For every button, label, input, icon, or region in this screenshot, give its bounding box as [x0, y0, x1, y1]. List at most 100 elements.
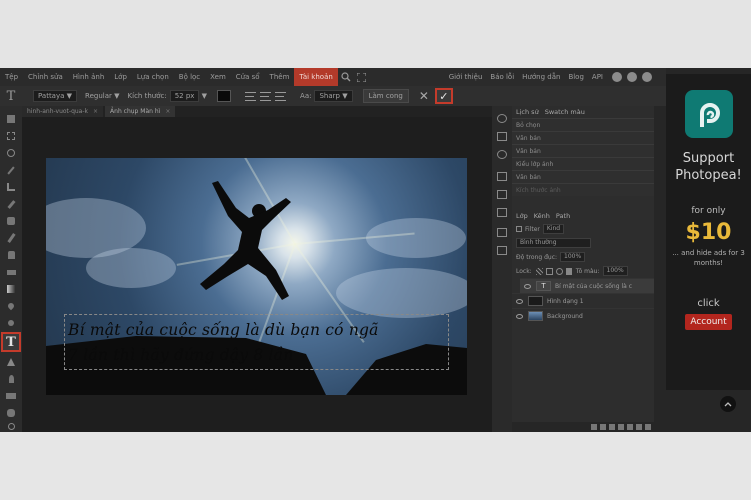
tab-history[interactable]: Lịch sử [516, 108, 539, 116]
lock-pixels-icon[interactable] [545, 267, 553, 275]
menu-image[interactable]: Hình ảnh [68, 68, 109, 86]
hand-tool-icon[interactable] [4, 406, 18, 420]
tab-screenshot[interactable]: Ảnh chụp Màn hì × [105, 106, 176, 117]
clone-stamp-tool-icon[interactable] [4, 248, 18, 262]
history-item[interactable]: Kích thước ảnh [512, 183, 654, 196]
link-api[interactable]: API [588, 68, 607, 86]
fill-input[interactable]: 100% [602, 266, 628, 276]
filter-kind-select[interactable]: Kind [542, 224, 565, 234]
font-family-select[interactable]: Pattaya ▼ [30, 90, 78, 102]
tab-layers[interactable]: Lớp [516, 212, 528, 220]
font-style-select[interactable]: Regular ▼ [85, 92, 119, 100]
align-left-icon[interactable] [245, 91, 257, 101]
mask-icon[interactable] [618, 424, 624, 430]
history-item[interactable]: Văn bản [512, 170, 654, 183]
link-layers-icon[interactable] [591, 424, 597, 430]
menu-layer[interactable]: Lớp [109, 68, 132, 86]
tab-paths[interactable]: Path [556, 212, 570, 220]
link-tutorial[interactable]: Hướng dẫn [518, 68, 564, 86]
menu-filter[interactable]: Bộ lọc [174, 68, 205, 86]
layer-row[interactable]: Hình dạng 1 [512, 293, 654, 308]
info-icon[interactable] [497, 114, 507, 123]
shape-tool-icon[interactable] [4, 389, 18, 403]
lock-all-icon[interactable] [565, 267, 572, 275]
layer-row[interactable]: Background [512, 308, 654, 323]
image-icon[interactable] [497, 246, 507, 255]
warp-text-button[interactable]: Làm cong [362, 89, 409, 103]
history-icon[interactable] [497, 150, 507, 159]
properties-icon[interactable] [497, 132, 507, 141]
history-item[interactable]: Bỏ chọn [512, 118, 654, 131]
adjustment-icon[interactable] [609, 424, 615, 430]
menu-window[interactable]: Cửa sổ [231, 68, 265, 86]
align-center-icon[interactable] [260, 91, 272, 101]
link-report-bug[interactable]: Báo lỗi [486, 68, 518, 86]
twitter-icon[interactable] [627, 72, 637, 82]
tab-hinh-anh[interactable]: hinh-anh-vuot-qua-k × [22, 106, 104, 117]
eye-icon[interactable] [516, 298, 523, 304]
reddit-icon[interactable] [612, 72, 622, 82]
account-button[interactable]: Account [685, 314, 732, 330]
eraser-tool-icon[interactable] [4, 265, 18, 279]
history-item[interactable]: Văn bản [512, 144, 654, 157]
lasso-tool-icon[interactable] [4, 146, 18, 160]
trash-icon[interactable] [645, 424, 651, 430]
workspace[interactable]: Bí mật của cuộc sống là dù bạn có ngã 7 … [22, 117, 492, 432]
move-tool-icon[interactable] [4, 112, 18, 126]
close-icon[interactable]: × [165, 106, 170, 117]
layer-style-icon[interactable] [600, 424, 606, 430]
character-icon[interactable] [497, 190, 507, 199]
facebook-icon[interactable] [642, 72, 652, 82]
history-item[interactable]: Kiểu lớp ảnh [512, 157, 654, 170]
crop-tool-icon[interactable] [4, 180, 18, 194]
new-layer-icon[interactable] [636, 424, 642, 430]
pen-tool-icon[interactable] [4, 372, 18, 386]
layer-row[interactable]: T Bí mật của cuộc sống là c [520, 278, 654, 293]
link-about[interactable]: Giới thiệu [445, 68, 487, 86]
menu-more[interactable]: Thêm [265, 68, 295, 86]
lock-transparency-icon[interactable] [535, 267, 543, 275]
text-color-swatch[interactable] [217, 90, 232, 102]
blend-mode-select[interactable]: Bình thường [516, 238, 591, 248]
quote-text-layer[interactable]: Bí mật của cuộc sống là dù bạn có ngã 7 … [68, 318, 458, 368]
paragraph-icon[interactable] [497, 208, 507, 217]
font-size-input[interactable]: 52 px [169, 90, 200, 102]
eyedropper-tool-icon[interactable] [4, 197, 18, 211]
commit-checkmark-icon[interactable]: ✓ [434, 88, 453, 104]
brush-tool-icon[interactable] [4, 231, 18, 245]
link-blog[interactable]: Blog [564, 68, 587, 86]
close-icon[interactable]: × [93, 106, 98, 117]
gradient-tool-icon[interactable] [4, 282, 18, 296]
zoom-tool-icon[interactable] [4, 419, 18, 432]
align-right-icon[interactable] [275, 91, 287, 101]
tab-swatches[interactable]: Swatch màu [545, 108, 585, 116]
blur-tool-icon[interactable] [4, 299, 18, 313]
folder-icon[interactable] [627, 424, 633, 430]
dodge-tool-icon[interactable] [4, 316, 18, 330]
lock-position-icon[interactable] [555, 267, 563, 275]
path-select-tool-icon[interactable] [4, 355, 18, 369]
brush-settings-icon[interactable] [497, 172, 507, 181]
font-size-control[interactable]: Kích thước: 52 px ▼ [128, 90, 207, 102]
opacity-input[interactable]: 100% [560, 252, 586, 262]
search-icon[interactable] [338, 68, 354, 86]
scroll-up-icon[interactable] [720, 396, 736, 412]
css-icon[interactable] [497, 228, 507, 237]
fullscreen-icon[interactable] [354, 68, 370, 86]
cancel-icon[interactable]: ✕ [419, 89, 429, 103]
eye-icon[interactable] [524, 283, 531, 289]
marquee-tool-icon[interactable] [4, 129, 18, 143]
eye-icon[interactable] [516, 313, 523, 319]
checkbox[interactable] [516, 226, 522, 232]
magic-wand-tool-icon[interactable] [4, 163, 18, 177]
menu-file[interactable]: Tệp [0, 68, 23, 86]
menu-select[interactable]: Lựa chọn [132, 68, 174, 86]
healing-brush-tool-icon[interactable] [4, 214, 18, 228]
text-tool-icon[interactable]: T [1, 332, 21, 352]
menu-account[interactable]: Tài khoản [294, 68, 338, 86]
menu-edit[interactable]: Chỉnh sửa [23, 68, 68, 86]
document-canvas[interactable]: Bí mật của cuộc sống là dù bạn có ngã 7 … [46, 158, 467, 395]
antialias-select[interactable]: Aa: Sharp ▼ [300, 90, 353, 102]
menu-view[interactable]: Xem [205, 68, 231, 86]
tab-channels[interactable]: Kênh [534, 212, 550, 220]
